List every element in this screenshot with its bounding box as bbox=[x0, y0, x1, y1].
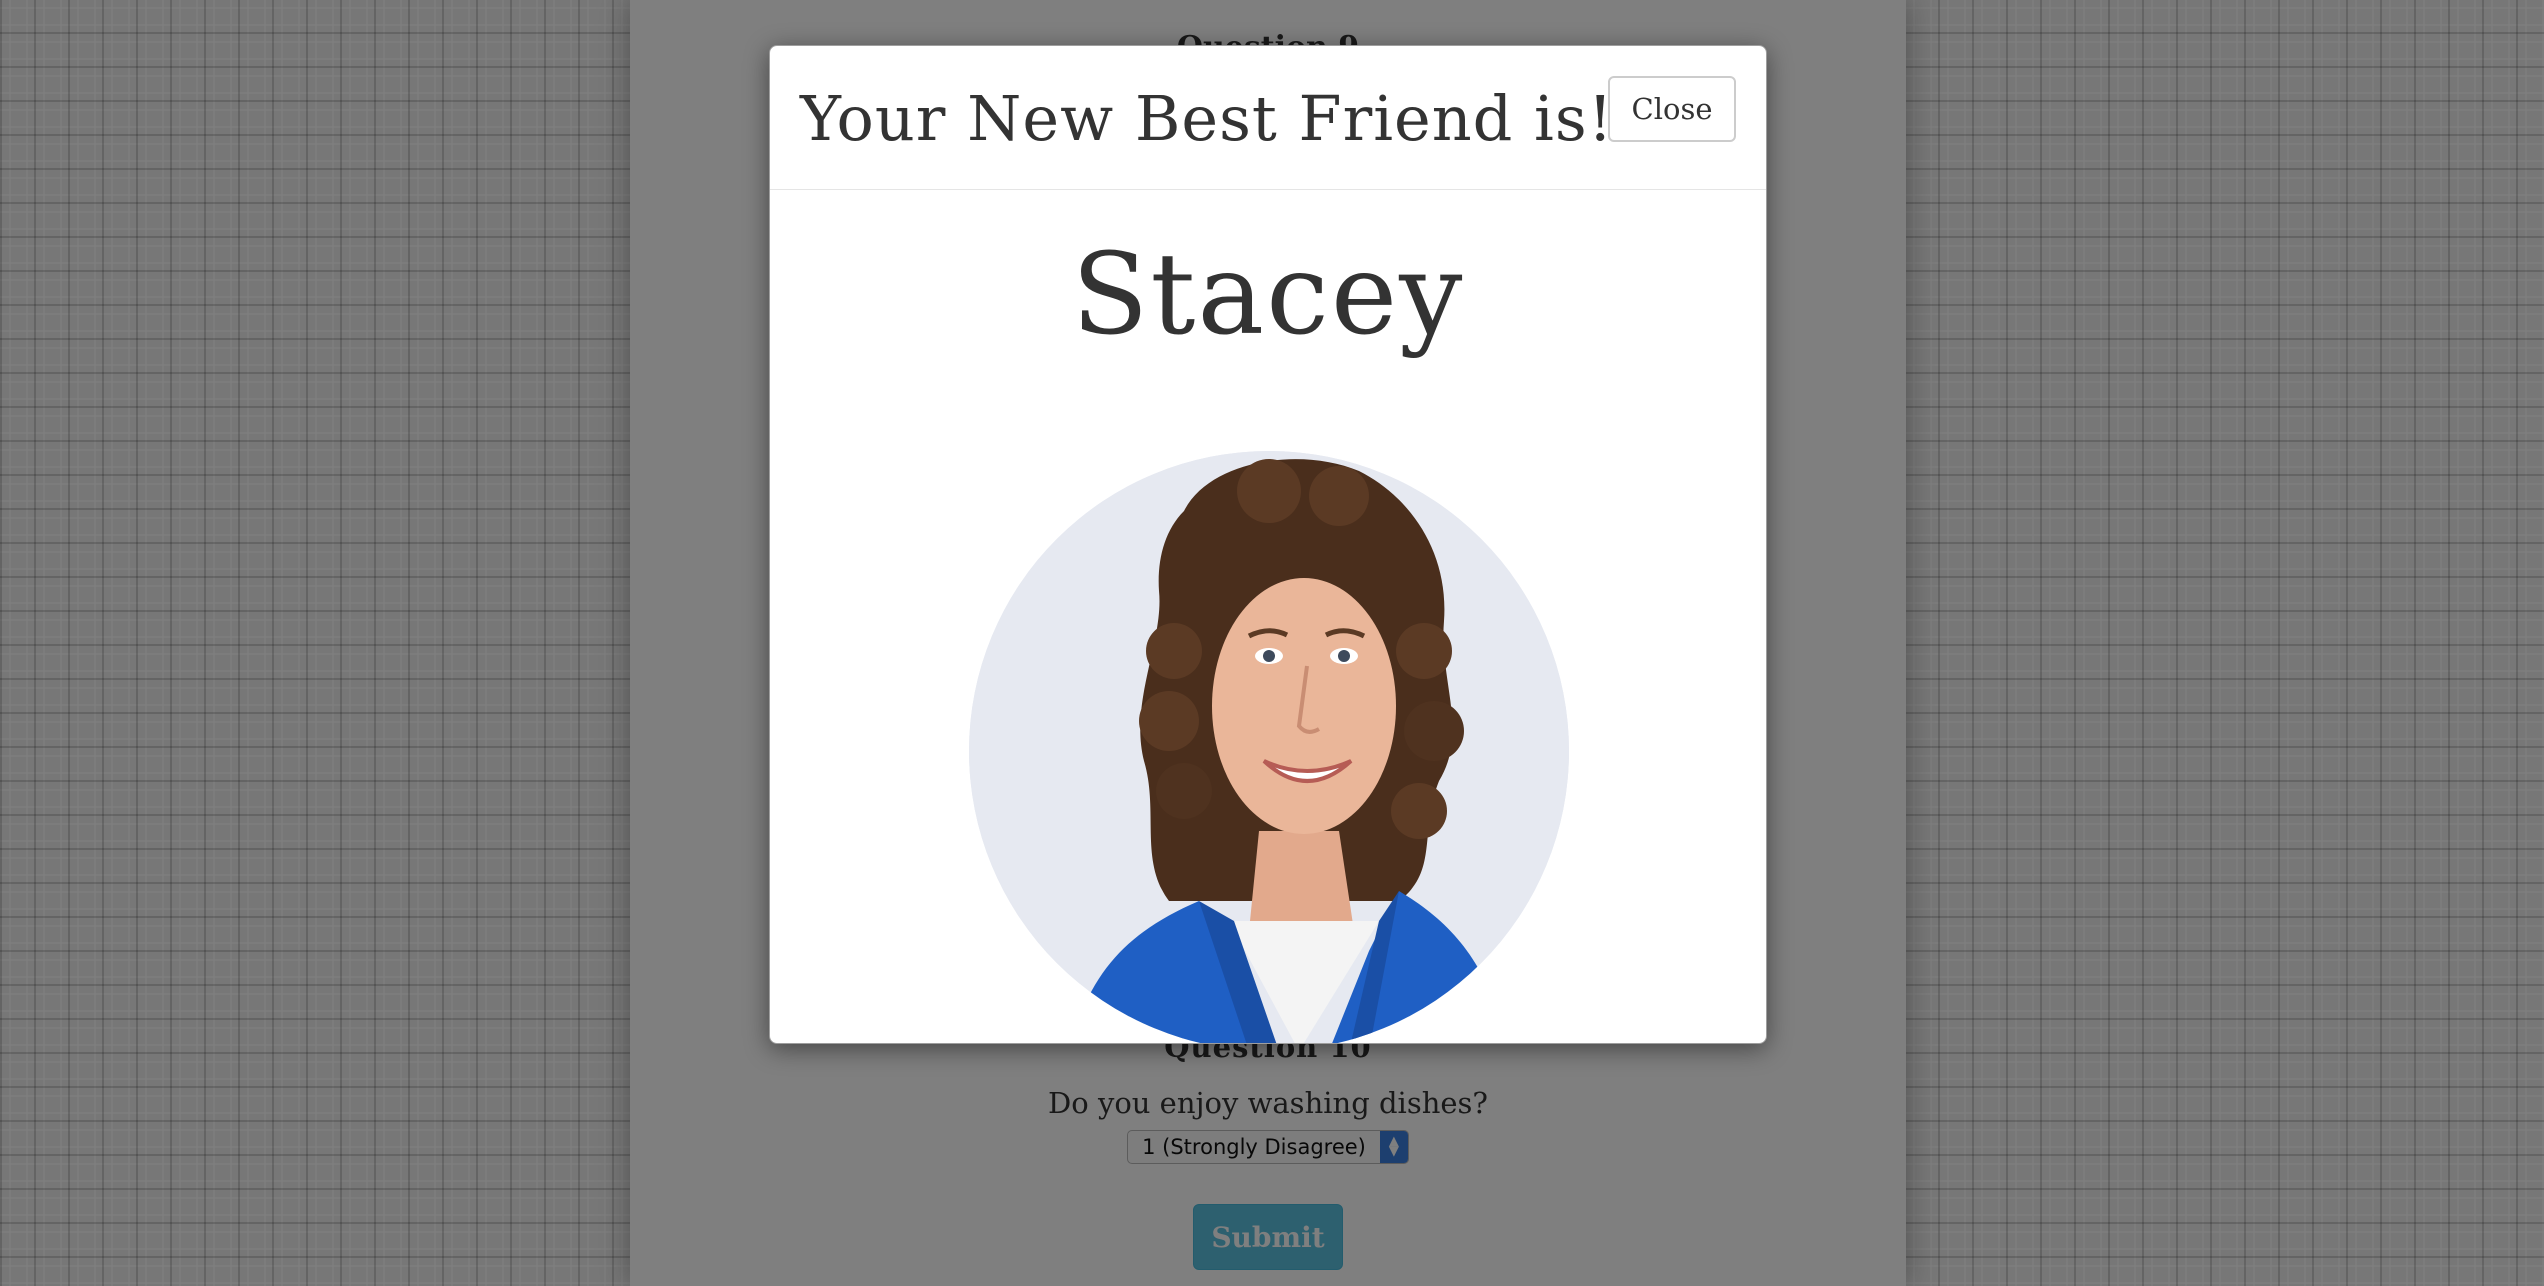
close-button[interactable]: Close bbox=[1608, 76, 1736, 142]
portrait-photo-icon bbox=[969, 451, 1569, 1043]
friend-photo bbox=[969, 451, 1569, 1043]
modal-header: Your New Best Friend is!!! Close bbox=[770, 46, 1766, 190]
friend-name: Stacey bbox=[1071, 230, 1465, 360]
modal-body: Stacey bbox=[770, 190, 1766, 1043]
modal-title: Your New Best Friend is!!! bbox=[800, 82, 1666, 155]
result-modal: Your New Best Friend is!!! Close Stacey bbox=[769, 45, 1767, 1044]
